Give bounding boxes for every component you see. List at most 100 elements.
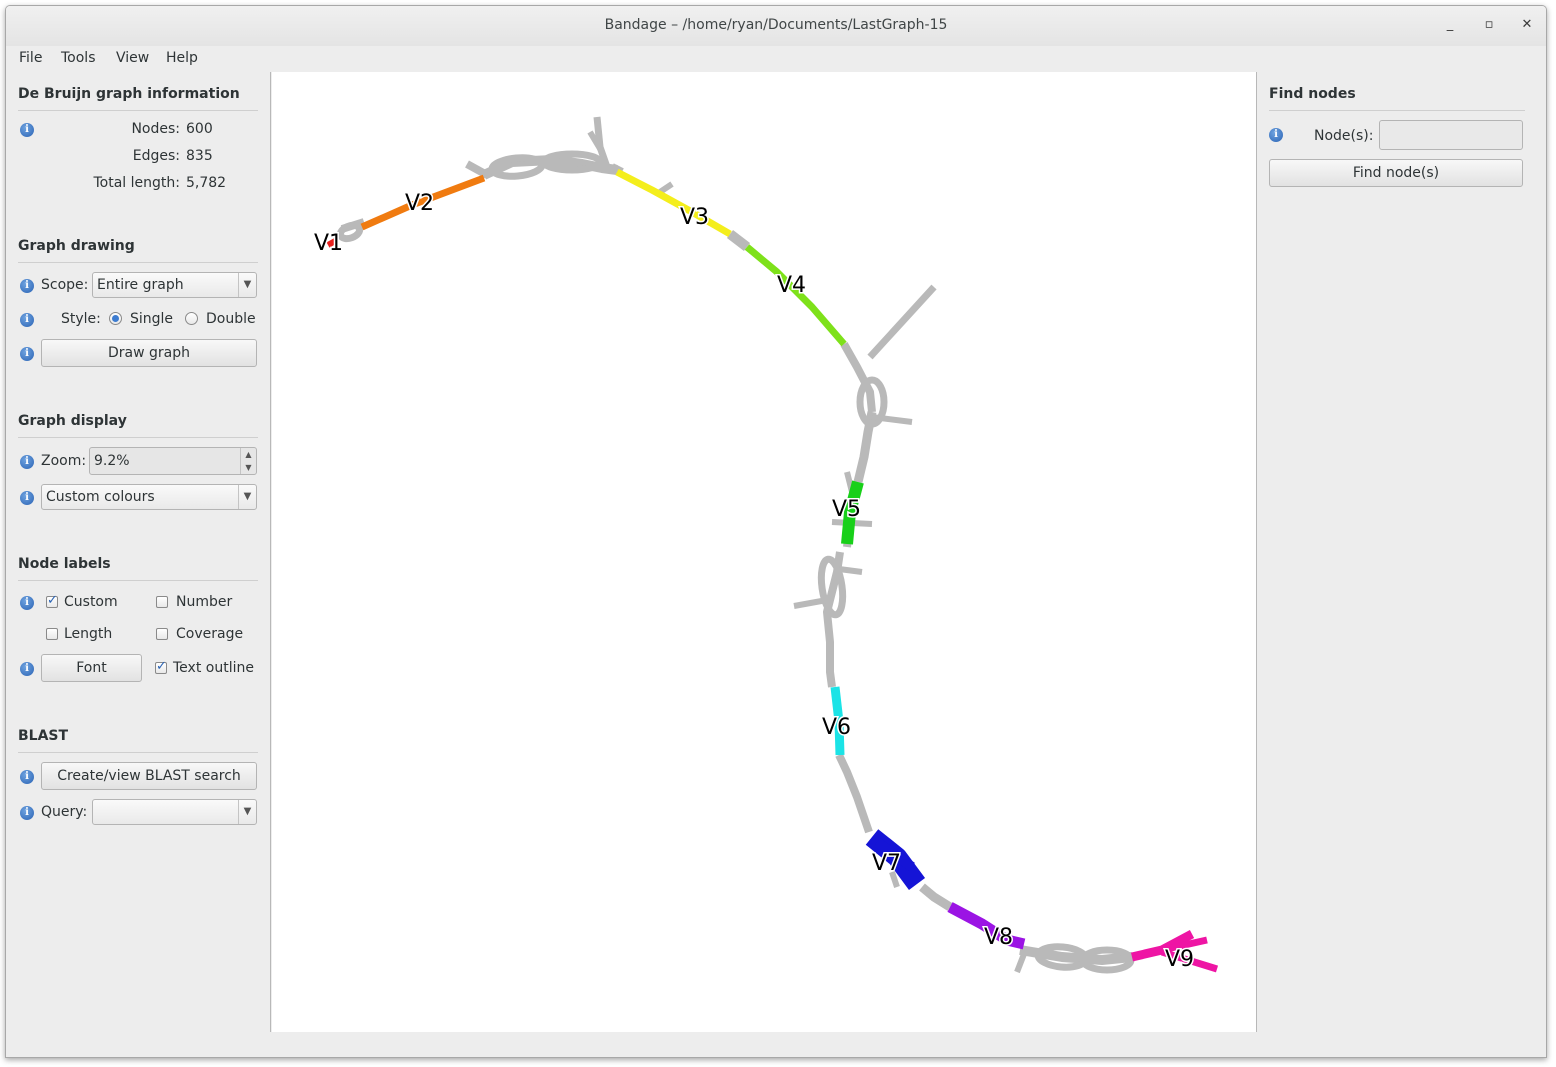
node-label-v2: V2 xyxy=(405,191,434,216)
font-button[interactable]: Font xyxy=(41,654,142,682)
nodes-value: 600 xyxy=(186,121,213,137)
chevron-down-icon: ▼ xyxy=(238,485,256,509)
graph-node-grey[interactable] xyxy=(838,566,863,575)
scope-label: Scope: xyxy=(41,277,89,293)
zoom-value: 9.2% xyxy=(94,453,130,469)
node-label-v3: V3 xyxy=(680,205,709,230)
graph-drawing[interactable]: V1 V2 V3 V4 V5 V6 V7 V8 V9 xyxy=(272,72,1256,1032)
graph-node-grey[interactable] xyxy=(658,181,674,195)
style-label: Style: xyxy=(61,311,101,327)
edges-value: 835 xyxy=(186,148,213,164)
graph-node-grey[interactable] xyxy=(465,160,489,179)
total-length-value: 5,782 xyxy=(186,175,227,191)
info-icon[interactable]: i xyxy=(20,455,34,469)
text-outline-text: Text outline xyxy=(173,660,254,676)
custom-label-text: Custom xyxy=(64,594,118,610)
node-labels-title: Node labels xyxy=(18,556,111,572)
graph-drawing-title: Graph drawing xyxy=(18,238,135,254)
node-label-v1: V1 xyxy=(314,231,343,256)
divider xyxy=(18,752,258,753)
edges-label: Edges: xyxy=(132,148,180,164)
scope-select[interactable]: Entire graph ▼ xyxy=(92,272,257,298)
info-icon[interactable]: i xyxy=(20,347,34,361)
chevron-down-icon: ▼ xyxy=(238,273,256,297)
controls-panel: De Bruijn graph information i Nodes: 600… xyxy=(6,72,271,1032)
coverage-label-text: Coverage xyxy=(176,626,244,642)
chevron-up-icon[interactable]: ▲ xyxy=(240,448,256,461)
length-label-checkbox[interactable] xyxy=(46,628,58,640)
graph-node-v3[interactable] xyxy=(615,168,732,238)
nodes-search-label: Node(s): xyxy=(1314,128,1374,144)
query-select[interactable]: ▼ xyxy=(92,799,257,825)
minimize-button[interactable]: _ xyxy=(1440,15,1460,35)
divider xyxy=(18,437,258,438)
graph-node-grey[interactable] xyxy=(1014,952,1027,974)
info-icon[interactable]: i xyxy=(20,123,34,137)
graph-info-title: De Bruijn graph information xyxy=(18,86,240,102)
info-icon[interactable]: i xyxy=(20,313,34,327)
zoom-label: Zoom: xyxy=(41,453,87,469)
nodes-search-input[interactable] xyxy=(1379,120,1523,150)
graph-node-grey[interactable] xyxy=(867,284,937,360)
divider xyxy=(18,580,258,581)
node-label-v9: V9 xyxy=(1165,947,1194,972)
close-button[interactable]: ✕ xyxy=(1517,15,1537,35)
graph-node-grey[interactable] xyxy=(919,883,953,911)
graph-display-title: Graph display xyxy=(18,413,127,429)
style-double-label: Double xyxy=(206,311,256,327)
coverage-label-checkbox[interactable] xyxy=(156,628,168,640)
colour-mode-select[interactable]: Custom colours ▼ xyxy=(41,484,257,510)
node-label-v5: V5 xyxy=(832,497,861,522)
query-label: Query: xyxy=(41,804,88,820)
info-icon[interactable]: i xyxy=(20,596,34,610)
draw-graph-button[interactable]: Draw graph xyxy=(41,339,257,367)
nodes-label: Nodes: xyxy=(131,121,180,137)
blast-search-button[interactable]: Create/view BLAST search xyxy=(41,762,257,790)
info-icon[interactable]: i xyxy=(20,491,34,505)
divider xyxy=(18,262,258,263)
length-label-text: Length xyxy=(64,626,113,642)
number-label-text: Number xyxy=(176,594,233,610)
number-label-checkbox[interactable] xyxy=(156,596,168,608)
info-icon[interactable]: i xyxy=(1269,128,1283,142)
menu-bar: File Tools View Help xyxy=(6,46,1546,72)
find-nodes-title: Find nodes xyxy=(1269,86,1356,102)
custom-label-checkbox[interactable] xyxy=(46,593,58,608)
graph-node-grey[interactable] xyxy=(835,753,873,834)
chevron-down-icon: ▼ xyxy=(238,800,256,824)
node-label-v6: V6 xyxy=(822,715,851,740)
scope-value: Entire graph xyxy=(97,277,184,293)
style-single-label: Single xyxy=(130,311,174,327)
divider xyxy=(1269,110,1525,111)
menu-help[interactable]: Help xyxy=(166,50,198,66)
info-icon[interactable]: i xyxy=(20,662,34,676)
status-bar xyxy=(6,1032,1546,1057)
blast-title: BLAST xyxy=(18,728,69,744)
maximize-button[interactable]: ▫ xyxy=(1479,15,1499,35)
info-icon[interactable]: i xyxy=(20,279,34,293)
text-outline-checkbox[interactable] xyxy=(155,659,167,674)
window-title: Bandage – /home/ryan/Documents/LastGraph… xyxy=(604,17,948,33)
style-double-radio[interactable] xyxy=(185,312,198,325)
node-label-v7: V7 xyxy=(872,851,901,876)
style-single-radio[interactable] xyxy=(109,312,122,325)
graph-canvas[interactable]: V1 V2 V3 V4 V5 V6 V7 V8 V9 xyxy=(272,72,1256,1032)
app-window: Bandage – /home/ryan/Documents/LastGraph… xyxy=(5,5,1547,1058)
node-label-v8: V8 xyxy=(984,925,1013,950)
total-length-label: Total length: xyxy=(93,175,181,191)
divider xyxy=(18,110,258,111)
title-bar: Bandage – /home/ryan/Documents/LastGraph… xyxy=(6,6,1546,46)
colour-mode-value: Custom colours xyxy=(46,489,155,505)
graph-node-grey[interactable] xyxy=(726,230,751,251)
find-nodes-panel: Find nodes i Node(s): Find node(s) xyxy=(1256,72,1546,1032)
chevron-down-icon[interactable]: ▼ xyxy=(240,461,256,474)
info-icon[interactable]: i xyxy=(20,770,34,784)
menu-view[interactable]: View xyxy=(116,50,149,66)
node-label-v4: V4 xyxy=(777,273,806,298)
find-nodes-button[interactable]: Find node(s) xyxy=(1269,159,1523,187)
menu-tools[interactable]: Tools xyxy=(61,50,96,66)
graph-node-grey[interactable] xyxy=(793,597,828,609)
info-icon[interactable]: i xyxy=(20,806,34,820)
zoom-spinbox[interactable]: 9.2% ▲ ▼ xyxy=(89,447,257,475)
menu-file[interactable]: File xyxy=(19,50,42,66)
